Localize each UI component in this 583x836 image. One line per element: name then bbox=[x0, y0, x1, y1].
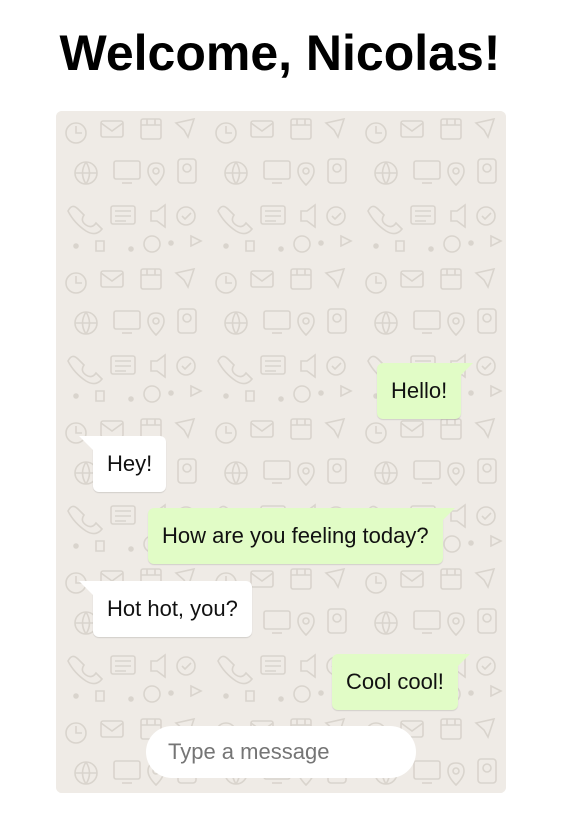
chat-window: Hello! Hey! How are you feeling today? H… bbox=[56, 111, 506, 793]
page-title: Welcome, Nicolas! bbox=[59, 25, 501, 81]
bubble-tail bbox=[79, 436, 93, 450]
message-text: Hey! bbox=[107, 451, 153, 476]
bubble-tail bbox=[457, 654, 470, 666]
message-outgoing: Hello! bbox=[377, 363, 474, 419]
message-outgoing: Cool cool! bbox=[332, 654, 470, 710]
message-input[interactable] bbox=[146, 726, 416, 778]
message-outgoing: How are you feeling today? bbox=[148, 508, 455, 564]
bubble-tail bbox=[442, 508, 455, 520]
message-text: Hello! bbox=[391, 378, 448, 403]
message-incoming: Hot hot, you? bbox=[79, 581, 252, 637]
message-incoming: Hey! bbox=[79, 436, 167, 492]
message-text: Cool cool! bbox=[346, 669, 444, 694]
message-text: Hot hot, you? bbox=[107, 596, 238, 621]
message-text: How are you feeling today? bbox=[162, 523, 429, 548]
bubble-tail bbox=[461, 363, 474, 375]
bubble-tail bbox=[79, 581, 93, 595]
